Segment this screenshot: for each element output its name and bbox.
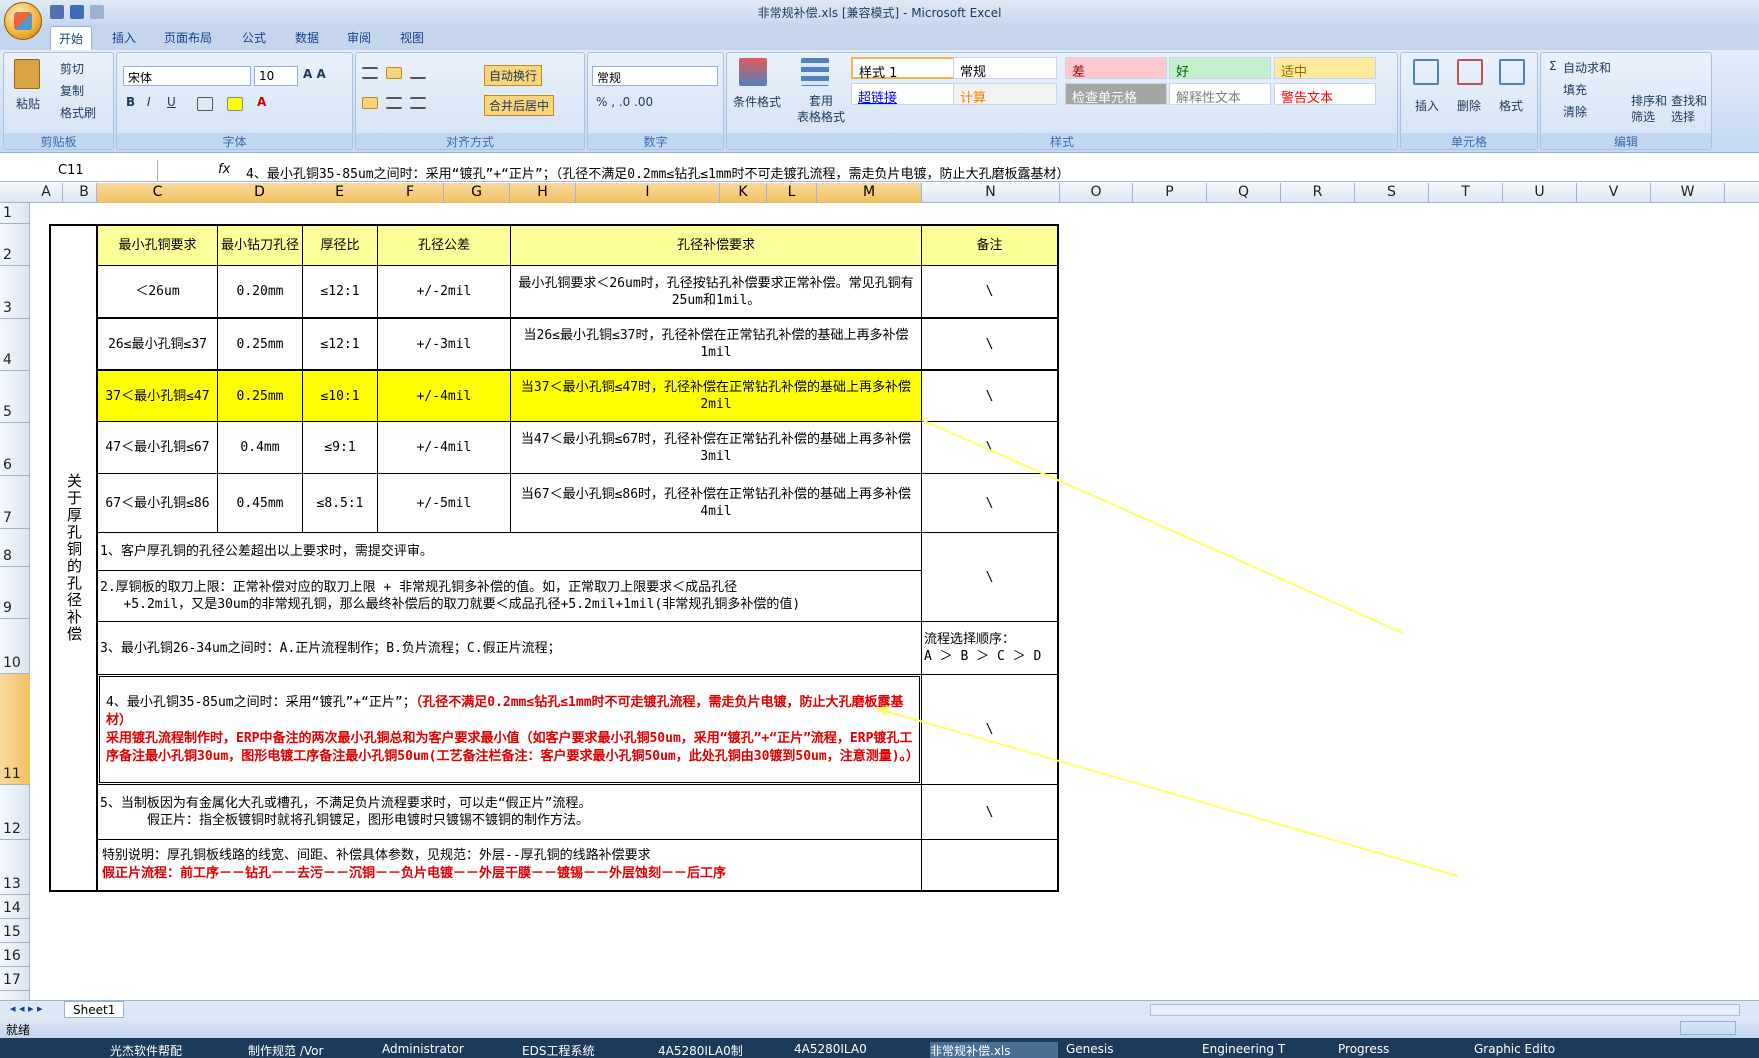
taskbar-item-6[interactable]: 非常规补偿.xls xyxy=(930,1042,1058,1058)
taskbar-item-8[interactable]: Engineering T xyxy=(1202,1042,1330,1056)
view-buttons-icon[interactable] xyxy=(1680,1021,1736,1035)
taskbar-item-1[interactable]: 制作规范 /Vor xyxy=(248,1042,376,1058)
taskbar-item-7[interactable]: Genesis xyxy=(1066,1042,1194,1056)
taskbar-item-0[interactable]: 光杰软件帮配 xyxy=(110,1042,238,1058)
annotation-lines xyxy=(874,419,1459,877)
taskbar-item-2[interactable]: Administrator xyxy=(382,1042,510,1056)
taskbar-item-4[interactable]: 4A5280ILA0制 xyxy=(658,1042,786,1058)
taskbar: 光杰软件帮配 制作规范 /Vor Administrator EDS工程系统 4A528… xyxy=(0,1038,1759,1058)
annotation-line-2 xyxy=(874,707,1459,877)
annotation-arrowhead xyxy=(875,706,890,716)
office-logo-icon xyxy=(14,12,32,30)
sheet-nav-icon[interactable]: ◂ ◂ ▸ ▸ xyxy=(10,1002,43,1015)
office-button[interactable] xyxy=(4,2,42,40)
annotation-line-1 xyxy=(921,419,1404,634)
status-bar: 就绪 xyxy=(0,1018,1759,1038)
taskbar-item-9[interactable]: Progress xyxy=(1338,1042,1466,1056)
taskbar-item-5[interactable]: 4A5280ILA0 xyxy=(794,1042,922,1056)
sheet-tab-bar: ◂ ◂ ▸ ▸ Sheet1 xyxy=(0,1000,1759,1018)
horizontal-scrollbar[interactable] xyxy=(1150,1004,1740,1016)
sheet-tab-sheet1[interactable]: Sheet1 xyxy=(64,1001,125,1018)
status-text: 就绪 xyxy=(6,1023,31,1037)
taskbar-item-10[interactable]: Graphic Edito xyxy=(1474,1042,1602,1056)
taskbar-item-3[interactable]: EDS工程系统 xyxy=(522,1042,650,1058)
